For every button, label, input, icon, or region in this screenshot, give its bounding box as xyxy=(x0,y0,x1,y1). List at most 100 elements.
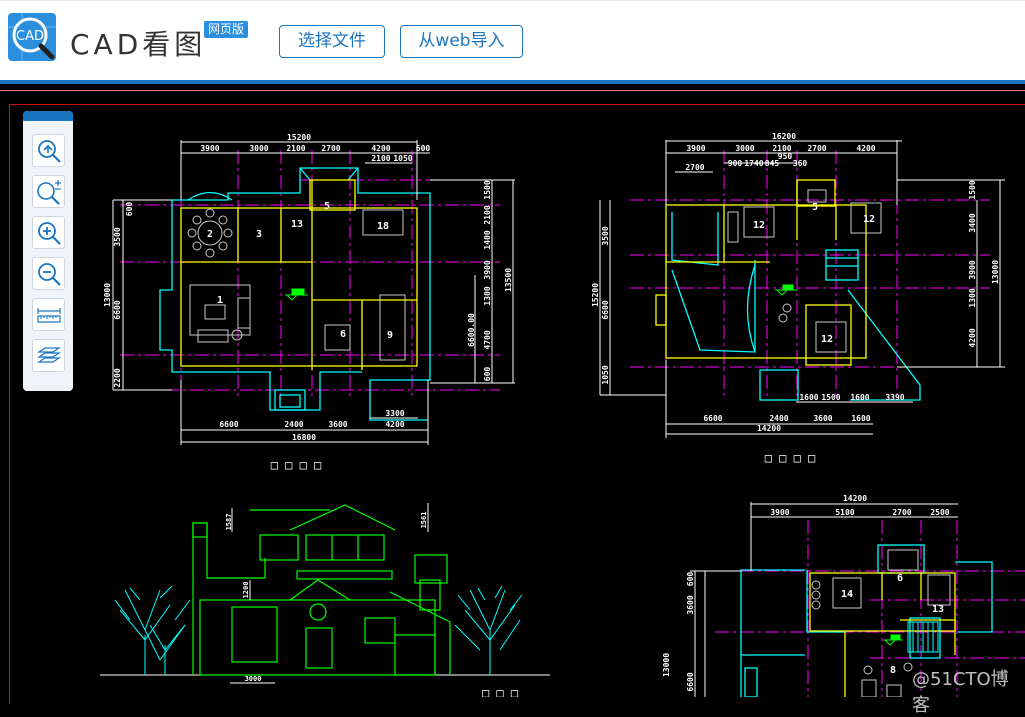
dim-text: 2400 xyxy=(769,414,788,423)
watermark-text: @51CTO博客 xyxy=(912,669,1009,716)
plan1-dimension-text: 15200 3900 3000 2100 2700 4200 600 2100 … xyxy=(103,133,513,442)
plan2-outer-walls xyxy=(671,212,921,401)
dim-text: 16200 xyxy=(772,132,796,141)
dim-text: 1587 xyxy=(225,514,233,531)
dim-text: 3400 xyxy=(968,213,977,232)
dim-text: 15200 xyxy=(287,133,311,142)
dim-text: 13000 xyxy=(991,260,1000,284)
room-label: 1 xyxy=(217,295,223,306)
room-label: 5 xyxy=(812,202,818,213)
dim-text: 3900 xyxy=(968,260,977,279)
dim-text: 6600 xyxy=(219,420,238,429)
dim-text: 4200 xyxy=(856,144,875,153)
dim-text: 3900 xyxy=(200,144,219,153)
dim-text: 600 xyxy=(125,202,134,217)
dim-text: 15200 xyxy=(591,283,600,307)
dim-text: 1400 xyxy=(483,230,492,249)
ruler-icon xyxy=(37,308,61,323)
plan2-axis-lines xyxy=(630,150,990,400)
dim-text: 3390 xyxy=(885,393,904,402)
dim-text: 1600 xyxy=(799,393,818,402)
dim-text: 3600 xyxy=(813,414,832,423)
tree-left-icon xyxy=(114,585,191,675)
dim-text: 4200 xyxy=(371,144,390,153)
tree-right-icon xyxy=(454,585,523,675)
room-label: 13 xyxy=(291,219,303,230)
dim-text: 950 xyxy=(778,152,793,161)
layers-icon xyxy=(37,347,61,363)
plan2-inner-walls xyxy=(655,179,867,366)
dim-text: 3600 xyxy=(328,420,347,429)
cad-drawing-canvas[interactable]: 1 2 3 5 6 9 13 18 15200 3900 3000 2100 2… xyxy=(0,0,1025,697)
plan1-furniture xyxy=(187,208,406,361)
room-label: 6 xyxy=(897,573,903,584)
elevation-house-outline xyxy=(192,504,451,676)
dim-text: 2500 xyxy=(930,508,949,517)
dim-text: 2200 xyxy=(113,368,122,387)
room-label: 18 xyxy=(377,221,389,232)
plan3-stairs xyxy=(907,621,939,653)
floor-plan-2: 12 12 12 5 16200 3900 3000 2100 2700 420… xyxy=(591,132,1005,465)
dim-text: 3500 xyxy=(601,226,610,245)
dim-text: 1300 xyxy=(968,288,977,307)
dim-text: 2700 xyxy=(685,163,704,172)
dim-text: 14200 xyxy=(757,424,781,433)
dim-text: 2400 xyxy=(284,420,303,429)
elevation-dimension-lines xyxy=(230,503,429,684)
plan3-room-labels: 14 6 13 8 xyxy=(841,573,944,676)
dim-text: 6600 xyxy=(686,672,695,691)
dim-text: 1500 xyxy=(968,180,977,199)
dim-text: 3600 xyxy=(686,595,695,614)
dim-text: 6600.00 xyxy=(467,313,476,347)
room-label: 12 xyxy=(821,334,833,345)
plan3-level-marker xyxy=(883,634,903,646)
dim-text: 600 xyxy=(483,367,492,382)
dim-text: 4200 xyxy=(385,420,404,429)
dim-text: 4200 xyxy=(968,328,977,347)
dim-text: 1600 xyxy=(851,414,870,423)
dim-text: 2100 xyxy=(286,144,305,153)
zoom-out-icon xyxy=(38,263,61,286)
plan2-room-labels: 12 12 12 5 xyxy=(753,202,875,345)
room-label: 8 xyxy=(890,665,896,676)
room-label: 9 xyxy=(387,330,393,341)
zoom-in-icon xyxy=(38,222,61,245)
dim-text: 6600 xyxy=(703,414,722,423)
dim-text: 1050 xyxy=(601,365,610,384)
dim-text: 4700 xyxy=(483,330,492,349)
plan1-dimension-lines xyxy=(112,140,515,445)
room-label: 12 xyxy=(753,220,765,231)
measure-button[interactable] xyxy=(32,298,65,331)
room-label: 13 xyxy=(932,604,944,615)
dim-text: 13000 xyxy=(103,283,112,307)
dim-text: 1600 xyxy=(850,393,869,402)
dim-text: 1740 xyxy=(744,159,763,168)
layers-button[interactable] xyxy=(32,339,65,372)
elevation-caption: □ □ □ xyxy=(482,686,518,697)
dim-text: 3000 xyxy=(249,144,268,153)
elevation-drawing: 1587 1561 1200 3000 □ □ □ xyxy=(100,503,550,697)
plan2-caption: □ □ □ □ xyxy=(765,451,816,465)
plan1-caption: □ □ □ □ xyxy=(271,458,322,472)
dim-text: 3900 xyxy=(686,144,705,153)
room-label: 5 xyxy=(324,201,330,212)
zoom-window-button[interactable] xyxy=(32,175,65,208)
zoom-extents-button[interactable] xyxy=(32,134,65,167)
dim-text: 14200 xyxy=(843,494,867,503)
zoom-in-button[interactable] xyxy=(32,216,65,249)
dim-text: 1200 xyxy=(242,582,250,599)
plan1-room-labels: 1 2 3 5 6 9 13 18 xyxy=(207,201,393,341)
toolbar-handle[interactable] xyxy=(23,111,73,121)
dim-text: 1050 xyxy=(393,154,412,163)
dim-text: 1500 xyxy=(821,393,840,402)
dim-text: 900 xyxy=(728,159,743,168)
dim-text: 1500 xyxy=(483,180,492,199)
zoom-out-button[interactable] xyxy=(32,257,65,290)
room-label: 3 xyxy=(256,229,262,240)
dim-text: 3500 xyxy=(113,227,122,246)
dim-text: 3900 xyxy=(483,260,492,279)
dim-text: 2100 xyxy=(371,154,390,163)
room-label: 6 xyxy=(340,329,346,340)
zoom-window-icon xyxy=(37,180,61,205)
room-label: 12 xyxy=(863,214,875,225)
